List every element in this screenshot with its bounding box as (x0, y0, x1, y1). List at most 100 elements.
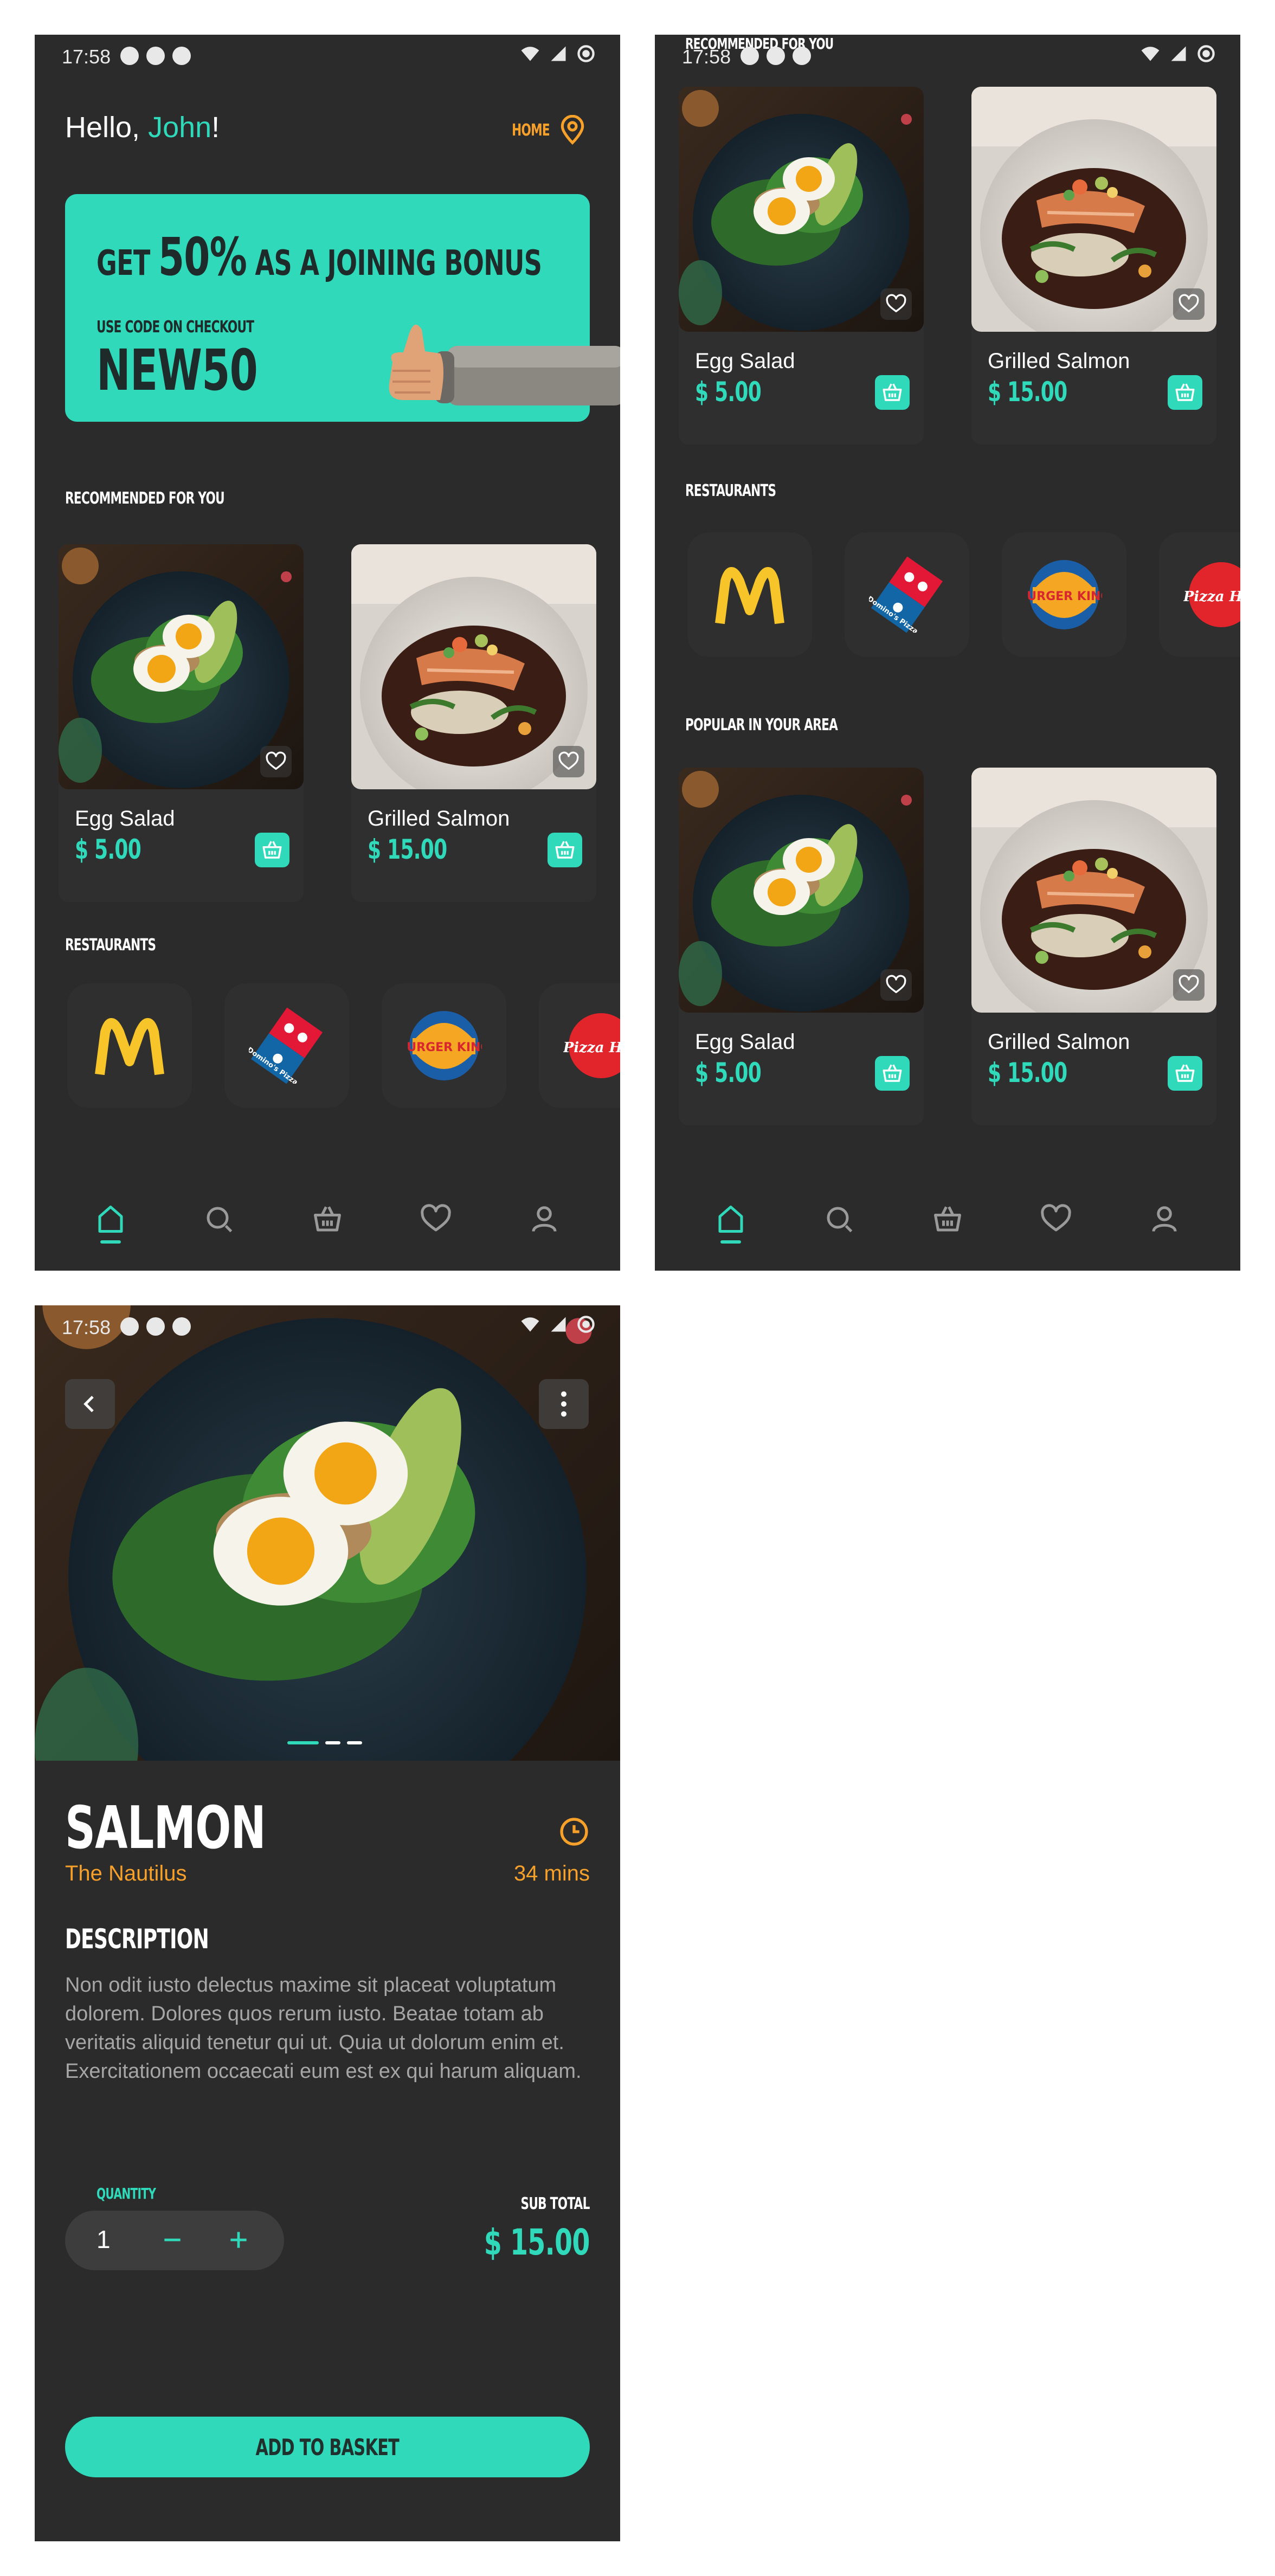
restaurant-pizza-hut[interactable]: Pizza Hut (1159, 532, 1240, 657)
food-title: SALMON (65, 1794, 266, 1862)
food-card-egg-salad[interactable]: Egg Salad $ 5.00 (59, 544, 304, 902)
restaurant-pizza-hut[interactable]: Pizza Hut (539, 983, 620, 1108)
battery-icon (577, 45, 595, 62)
description-heading: DESCRIPTION (65, 1923, 209, 1955)
heart-icon (420, 1203, 452, 1235)
favorite-button[interactable] (553, 746, 584, 777)
more-options-button[interactable] (539, 1379, 589, 1429)
quantity-value: 1 (96, 2225, 111, 2253)
heart-icon (1040, 1203, 1072, 1235)
svg-text:BURGER KING: BURGER KING (406, 1041, 482, 1054)
description-text: Non odit iusto delectus maxime sit place… (65, 1974, 582, 2083)
add-to-cart-button[interactable] (1168, 1056, 1202, 1091)
nav-search[interactable] (195, 1189, 243, 1249)
back-button[interactable] (65, 1379, 115, 1429)
notification-icons (120, 47, 191, 65)
add-to-cart-button[interactable] (875, 1056, 910, 1091)
quantity-label: QUANTITY (96, 2185, 156, 2203)
food-price: $ 5.00 (695, 376, 762, 408)
add-to-cart-button[interactable] (255, 833, 289, 867)
nav-search[interactable] (815, 1189, 864, 1249)
food-card-grilled-salmon[interactable]: Grilled Salmon $ 15.00 (351, 544, 596, 902)
add-to-cart-button[interactable] (1168, 375, 1202, 410)
chevron-left-icon (83, 1395, 94, 1413)
food-title: Grilled Salmon (988, 1030, 1130, 1054)
nav-profile[interactable] (1140, 1189, 1189, 1249)
system-icons (520, 1315, 595, 1334)
greeting: Hello, John! (65, 111, 220, 144)
heart-icon (885, 974, 907, 996)
svg-text:Pizza Hut: Pizza Hut (563, 1040, 620, 1056)
home-icon (94, 1203, 127, 1235)
food-card-egg-salad[interactable]: Egg Salad $ 5.00 (679, 87, 924, 445)
basket-icon (261, 839, 284, 861)
favorite-button[interactable] (1173, 288, 1205, 320)
subtotal-value: $ 15.00 (484, 2221, 590, 2263)
nav-favorites[interactable] (411, 1189, 460, 1249)
detail-screen: 17:58 SALMON The Nautilus 34 mins DESCRI… (35, 1305, 620, 2541)
system-icons (1141, 44, 1215, 63)
nav-favorites[interactable] (1032, 1189, 1080, 1249)
nav-home[interactable] (86, 1189, 135, 1249)
decrease-quantity-button[interactable] (155, 2223, 190, 2257)
nav-profile[interactable] (520, 1189, 569, 1249)
favorite-button[interactable] (880, 288, 912, 320)
favorite-button[interactable] (880, 969, 912, 1001)
basket-icon (881, 381, 904, 404)
burger-king-logo: BURGER KING (406, 1011, 482, 1080)
food-card-grilled-salmon[interactable]: Grilled Salmon $ 15.00 (971, 87, 1216, 445)
nav-basket[interactable] (303, 1189, 352, 1249)
restaurant-name[interactable]: The Nautilus (65, 1862, 187, 1886)
promo-headline: GET 50% AS A JOINING BONUS (96, 227, 542, 287)
increase-quantity-button[interactable] (221, 2223, 256, 2257)
home-screen-scrolled: RECOMMENDED FOR YOU 17:58 Egg Salad $ 5.… (655, 35, 1240, 1271)
location-selector[interactable]: HOME (497, 115, 588, 145)
food-price: $ 5.00 (695, 1057, 762, 1089)
food-title: Grilled Salmon (988, 349, 1130, 373)
burger-king-logo: BURGER KING (1026, 560, 1102, 629)
promo-code: NEW50 (96, 337, 258, 403)
wifi-icon (521, 1317, 539, 1332)
notification-icons (740, 47, 811, 65)
restaurants-heading: RESTAURANTS (65, 936, 156, 955)
location-pin-icon (557, 115, 588, 145)
add-to-cart-button[interactable] (548, 833, 582, 867)
food-title: Egg Salad (695, 349, 795, 373)
plus-icon (230, 2232, 247, 2248)
heart-icon (1178, 974, 1200, 996)
signal-icon (551, 46, 566, 61)
profile-icon (528, 1203, 561, 1235)
pizza-hut-logo: Pizza Hut (563, 1013, 620, 1078)
add-to-basket-label: ADD TO BASKET (255, 2433, 400, 2461)
restaurant-mcdonalds[interactable] (687, 532, 812, 657)
favorite-button[interactable] (1173, 969, 1205, 1001)
nav-basket[interactable] (923, 1189, 972, 1249)
food-price: $ 15.00 (988, 1057, 1067, 1089)
favorite-button[interactable] (260, 746, 292, 777)
dominos-logo: Domino's Pizza (249, 1008, 323, 1084)
battery-icon (577, 1316, 595, 1333)
image-pager-dots (287, 1741, 362, 1744)
restaurant-burger-king[interactable]: BURGER KING (382, 983, 506, 1108)
restaurant-dominos[interactable]: Domino's Pizza (845, 532, 969, 657)
heart-icon (558, 751, 579, 772)
food-card-egg-salad[interactable]: Egg Salad $ 5.00 (679, 768, 924, 1125)
food-hero-image (35, 1305, 620, 1761)
basket-icon (1174, 1062, 1196, 1085)
location-label: HOME (512, 120, 550, 140)
nav-home[interactable] (706, 1189, 755, 1249)
popular-heading: POPULAR IN YOUR AREA (685, 716, 838, 735)
food-price: $ 15.00 (988, 376, 1067, 408)
restaurant-mcdonalds[interactable] (67, 983, 192, 1108)
food-price: $ 15.00 (368, 834, 447, 865)
add-to-cart-button[interactable] (875, 375, 910, 410)
signal-icon (1171, 46, 1186, 61)
restaurant-burger-king[interactable]: BURGER KING (1002, 532, 1126, 657)
add-to-basket-button[interactable]: ADD TO BASKET (65, 2417, 590, 2477)
food-card-grilled-salmon[interactable]: Grilled Salmon $ 15.00 (971, 768, 1216, 1125)
restaurant-dominos[interactable]: Domino's Pizza (224, 983, 349, 1108)
food-title: Egg Salad (695, 1030, 795, 1054)
heart-icon (265, 751, 287, 772)
food-price: $ 5.00 (75, 834, 141, 865)
promo-banner[interactable]: GET 50% AS A JOINING BONUS USE CODE ON C… (65, 194, 620, 422)
